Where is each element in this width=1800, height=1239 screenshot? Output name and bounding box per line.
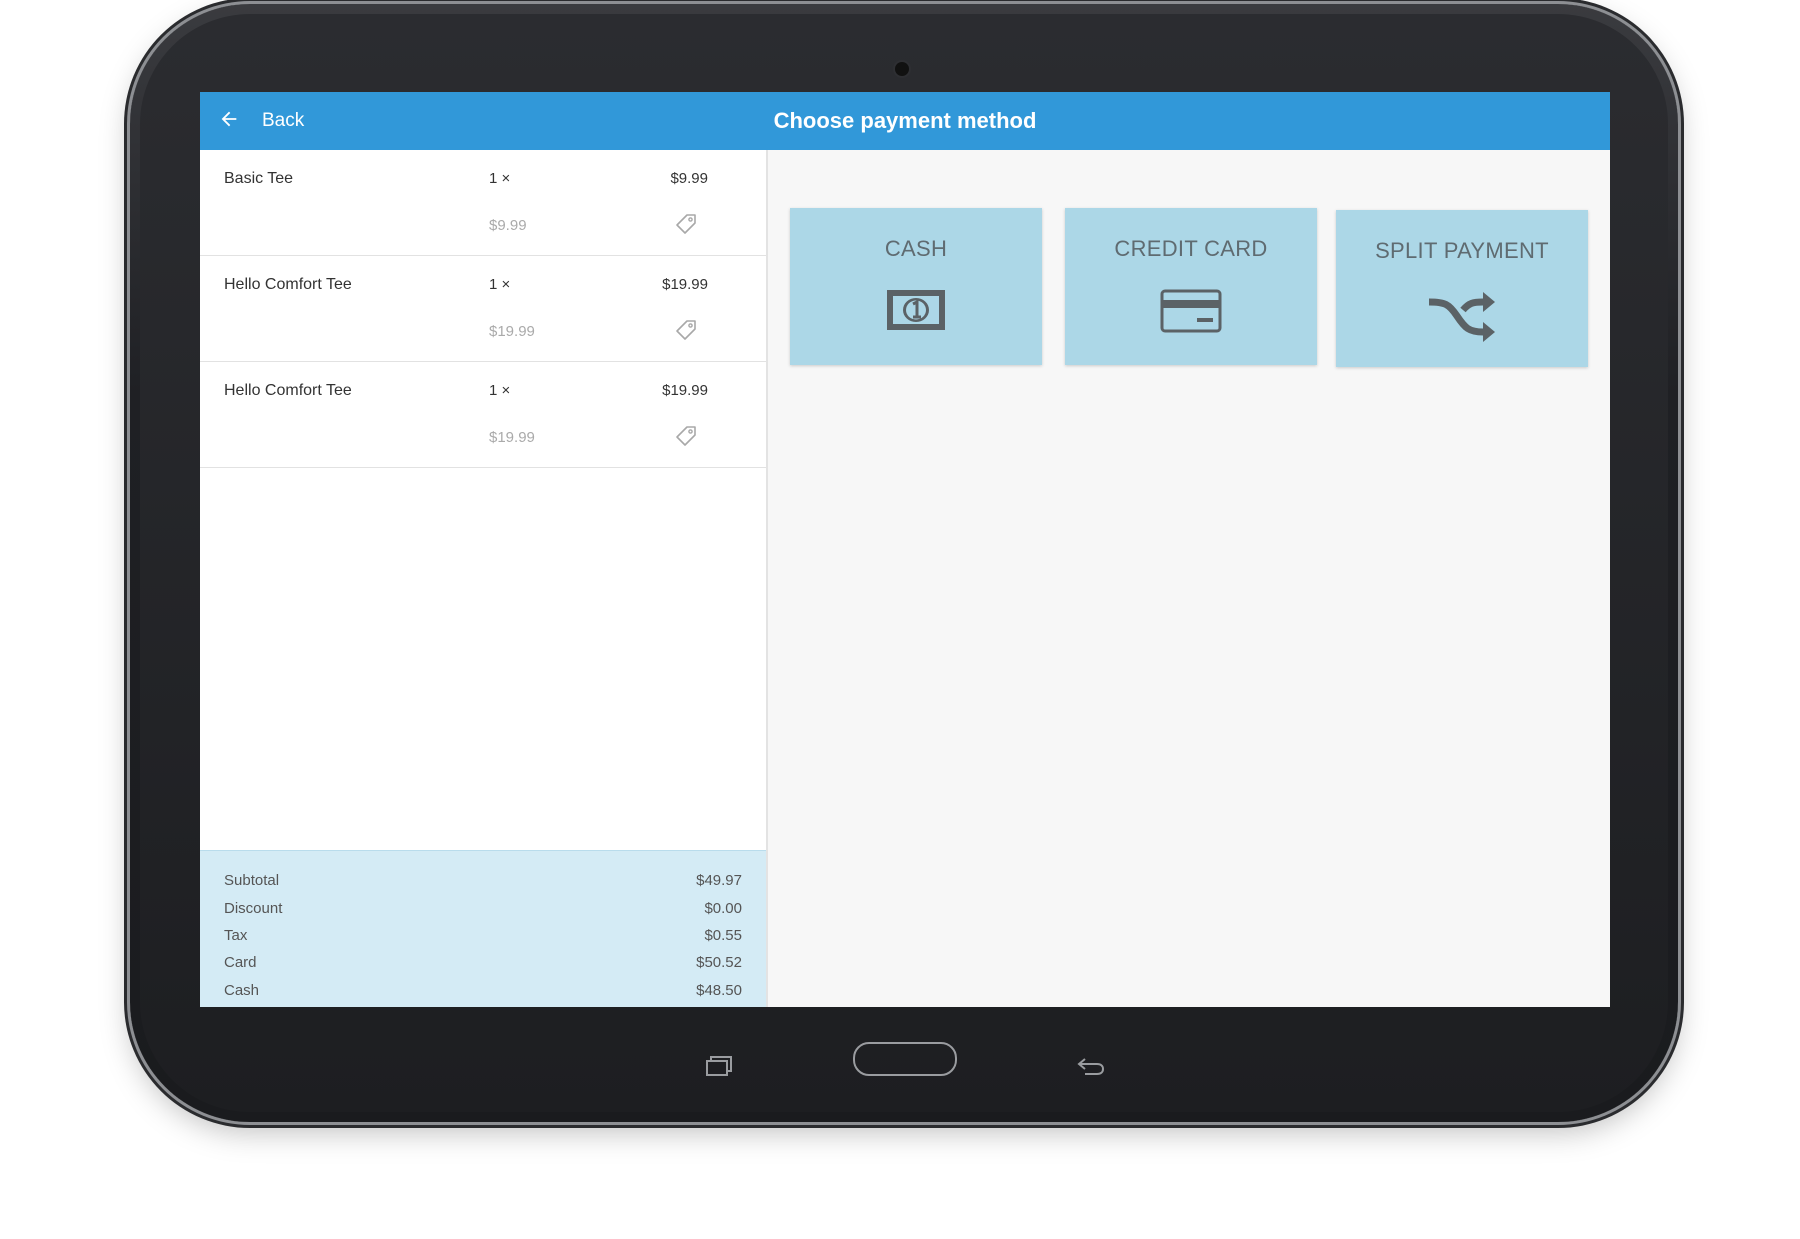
- item-quantity: 1 ×: [489, 382, 511, 399]
- credit-card-icon: [1159, 288, 1223, 339]
- subtotal-value: $49.97: [696, 872, 742, 889]
- cash-value: $48.50: [696, 982, 742, 999]
- item-unit-price: $19.99: [489, 429, 535, 446]
- tax-value: $0.55: [704, 927, 742, 944]
- price-tag-icon[interactable]: [674, 318, 698, 342]
- tax-row: Tax $0.55: [224, 927, 742, 951]
- card-value: $50.52: [696, 954, 742, 971]
- shuffle-icon: [1427, 290, 1497, 349]
- item-name: Basic Tee: [224, 170, 294, 187]
- back-label: Back: [262, 110, 305, 131]
- page-title: Choose payment method: [773, 108, 1037, 133]
- item-unit-price: $19.99: [489, 323, 535, 340]
- subtotal-label: Subtotal: [224, 872, 280, 889]
- back-arrow-icon[interactable]: [1077, 1055, 1105, 1077]
- item-unit-price: $9.99: [489, 217, 527, 234]
- home-button-icon[interactable]: [853, 1042, 957, 1076]
- cash-button[interactable]: CASH: [790, 208, 1042, 365]
- back-button[interactable]: Back: [218, 92, 304, 150]
- payment-methods-panel: CASH CREDIT CARD SPLIT PAYMENT: [768, 150, 1610, 1007]
- credit-card-label: CREDIT CARD: [1114, 236, 1268, 261]
- discount-value: $0.00: [704, 900, 742, 917]
- cart-panel: Basic Tee 1 × $9.99 $9.99 Hello Comfort …: [200, 150, 768, 1007]
- recent-apps-icon[interactable]: [705, 1055, 733, 1077]
- price-tag-icon[interactable]: [674, 424, 698, 448]
- item-quantity: 1 ×: [489, 170, 511, 187]
- item-total-price: $19.99: [662, 276, 708, 293]
- order-totals: Subtotal $49.97 Discount $0.00 Tax $0.55…: [200, 850, 766, 1007]
- cash-label: CASH: [884, 236, 948, 261]
- cash-label: Cash: [224, 982, 260, 999]
- item-total-price: $9.99: [670, 170, 708, 187]
- discount-label: Discount: [224, 900, 283, 917]
- item-name: Hello Comfort Tee: [224, 276, 352, 293]
- cash-row: Cash $48.50: [224, 982, 742, 1006]
- discount-row: Discount $0.00: [224, 900, 742, 924]
- cart-item[interactable]: Hello Comfort Tee 1 × $19.99 $19.99: [200, 362, 766, 468]
- split-payment-button[interactable]: SPLIT PAYMENT: [1336, 210, 1588, 367]
- item-total-price: $19.99: [662, 382, 708, 399]
- item-name: Hello Comfort Tee: [224, 382, 352, 399]
- subtotal-row: Subtotal $49.97: [224, 872, 742, 896]
- price-tag-icon[interactable]: [674, 212, 698, 236]
- split-payment-label: SPLIT PAYMENT: [1375, 238, 1549, 263]
- card-label: Card: [224, 954, 257, 971]
- tax-label: Tax: [224, 927, 248, 944]
- card-row: Card $50.52: [224, 954, 742, 978]
- app-screen: Choose payment method Back Basic Tee 1 ×…: [200, 92, 1610, 1007]
- credit-card-button[interactable]: CREDIT CARD: [1065, 208, 1317, 365]
- cart-item[interactable]: Basic Tee 1 × $9.99 $9.99: [200, 150, 766, 256]
- cart-item[interactable]: Hello Comfort Tee 1 × $19.99 $19.99: [200, 256, 766, 362]
- item-quantity: 1 ×: [489, 276, 511, 293]
- camera-icon: [895, 62, 909, 76]
- arrow-left-icon: [218, 108, 240, 135]
- cash-icon: [885, 288, 947, 337]
- top-app-bar: Choose payment method Back: [200, 92, 1610, 150]
